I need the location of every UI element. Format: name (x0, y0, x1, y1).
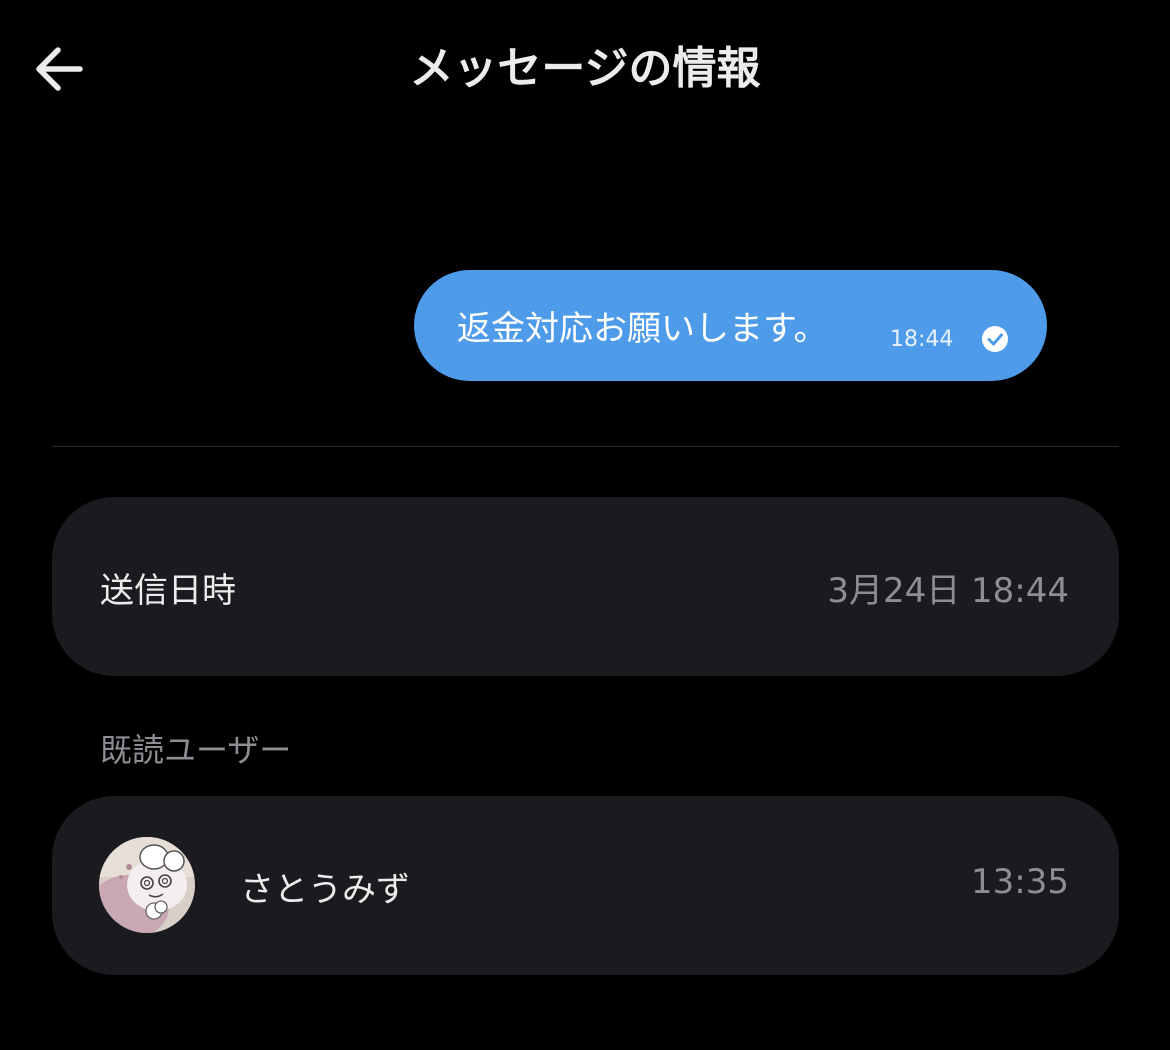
message-text: 返金対応お願いします。 (457, 309, 828, 349)
reader-name: さとうみず (240, 870, 410, 910)
check-circle-icon (982, 326, 1008, 352)
divider (52, 446, 1119, 447)
reader-read-time: 13:35 (971, 862, 1069, 902)
avatar[interactable] (99, 837, 195, 933)
avatar-image (99, 837, 195, 933)
read-users-section-label: 既読ユーザー (100, 731, 292, 769)
reader-row[interactable]: さとうみず 13:35 (52, 796, 1119, 975)
message-bubble[interactable]: 返金対応お願いします。 18:44 (414, 270, 1047, 381)
sent-datetime-label: 送信日時 (100, 571, 236, 611)
message-time: 18:44 (890, 327, 954, 352)
page-title: メッセージの情報 (409, 43, 761, 94)
sent-datetime-value: 3月24日 18:44 (827, 571, 1069, 611)
message-info-screen: メッセージの情報 返金対応お願いします。 18:44 送信日時 3月24日 18… (0, 0, 1170, 1050)
sent-datetime-card: 送信日時 3月24日 18:44 (52, 497, 1119, 676)
header: メッセージの情報 (0, 0, 1170, 135)
